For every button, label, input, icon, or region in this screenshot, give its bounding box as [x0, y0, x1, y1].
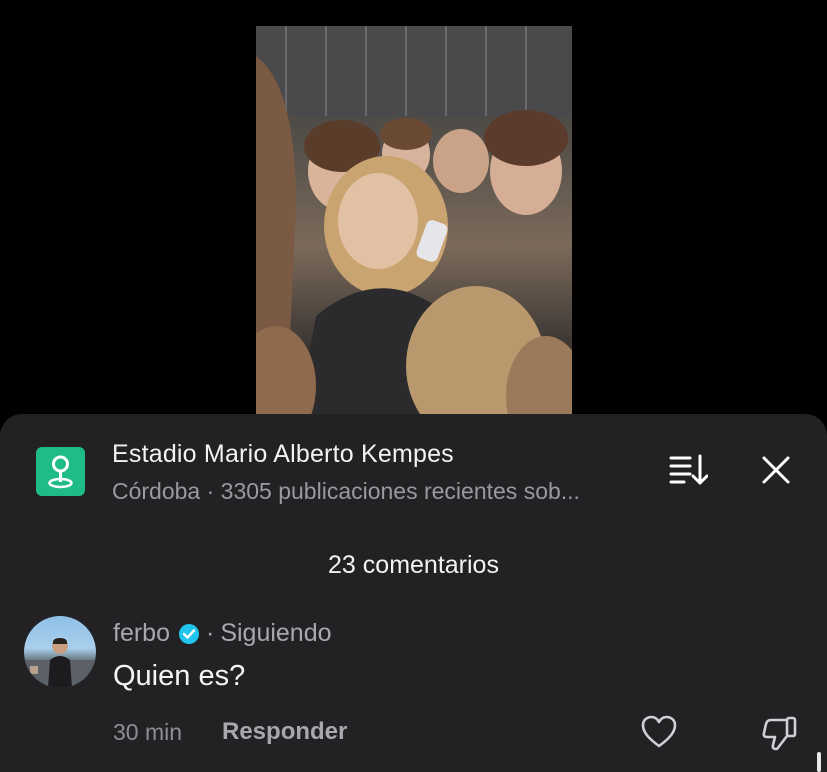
place-title[interactable]: Estadio Mario Alberto Kempes — [112, 440, 454, 469]
comment-text: Quien es? — [113, 660, 246, 692]
video-image — [256, 26, 572, 426]
place-subtitle[interactable]: Córdoba · 3305 publicaciones recientes s… — [112, 478, 632, 505]
comment-time: 30 min — [113, 719, 183, 745]
sort-icon[interactable] — [668, 452, 709, 488]
comment-count: 23 comentarios — [328, 551, 499, 579]
verified-badge-icon — [178, 623, 200, 645]
heart-icon[interactable] — [640, 714, 678, 750]
comments-sheet: Estadio Mario Alberto Kempes Córdoba · 3… — [0, 414, 827, 772]
dislike-icon[interactable] — [761, 714, 799, 752]
comment-username[interactable]: ferbo — [113, 619, 170, 648]
location-pin-icon[interactable] — [36, 447, 85, 496]
reply-button[interactable]: Responder — [222, 718, 347, 746]
separator-dot: · — [205, 619, 215, 647]
following-status: Siguiendo — [220, 619, 332, 647]
comment-header: ferbo · Siguiendo — [113, 619, 332, 648]
close-icon[interactable] — [760, 454, 792, 486]
video-thumbnail[interactable] — [256, 26, 572, 426]
avatar[interactable] — [24, 616, 96, 688]
scrollbar[interactable] — [817, 752, 821, 772]
